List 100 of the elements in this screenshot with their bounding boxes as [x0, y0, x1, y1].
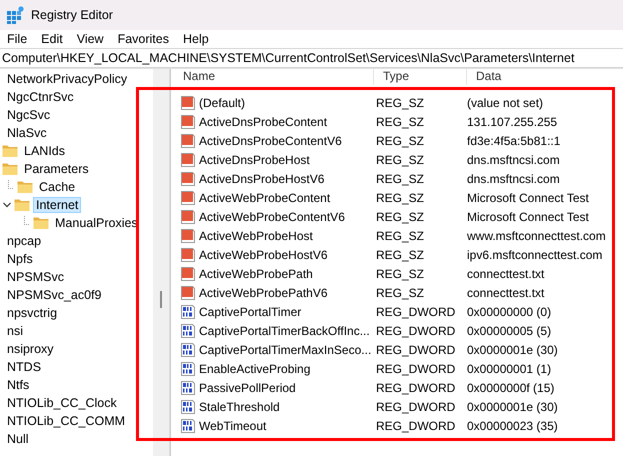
value-data: 0x00000023 (35): [467, 418, 559, 432]
string-value-icon: [180, 152, 196, 168]
tree-item[interactable]: Null: [4, 431, 32, 447]
string-value-icon: [180, 266, 196, 282]
folder-icon: [2, 143, 18, 159]
binary-value-icon: [180, 322, 196, 338]
value-data: Microsoft Connect Test: [467, 210, 590, 224]
value-name[interactable]: ActiveDnsProbeHostV6: [199, 172, 324, 186]
folder-icon: [17, 179, 33, 195]
menu-item[interactable]: Help: [178, 32, 214, 46]
tree-item[interactable]: npsvctrig: [4, 305, 60, 321]
value-data: ipv6.msftconnecttest.com: [467, 248, 604, 262]
value-name[interactable]: ActiveWebProbeHost: [199, 228, 313, 242]
address-field[interactable]: Computer\HKEY_LOCAL_MACHINE\SYSTEM\CurrentControlSet\Services\NlaSvc\Parameters\Internet: [0, 48, 623, 68]
window-title: Registry Editor: [31, 8, 113, 22]
value-type: REG_SZ: [375, 210, 426, 224]
value-type: REG_SZ: [375, 248, 426, 262]
menu-item[interactable]: File: [2, 32, 32, 46]
tree-item[interactable]: ManualProxies: [52, 215, 141, 231]
column-header[interactable]: Data: [467, 69, 623, 85]
tree-item[interactable]: nsiproxy: [4, 341, 57, 357]
value-type: REG_SZ: [375, 134, 426, 148]
value-data: Microsoft Connect Test: [467, 190, 590, 204]
value-name[interactable]: ActiveWebProbePathV6: [199, 286, 328, 300]
menu-item[interactable]: Favorites: [112, 32, 174, 46]
value-type: REG_DWORD: [375, 324, 456, 338]
value-type: REG_SZ: [375, 228, 426, 242]
value-name[interactable]: CaptivePortalTimer: [199, 304, 302, 318]
value-data: www.msftconnecttest.com: [467, 228, 607, 242]
value-data: connecttest.txt: [467, 266, 546, 280]
value-name[interactable]: StaleThreshold: [199, 400, 280, 414]
value-name[interactable]: EnableActiveProbing: [199, 362, 310, 376]
value-data: 0x0000000f (15): [467, 380, 556, 394]
tree-item[interactable]: Parameters: [21, 161, 92, 177]
tree-item[interactable]: Internet: [33, 197, 82, 213]
value-type: REG_SZ: [375, 190, 426, 204]
string-value-icon: [180, 190, 196, 206]
value-name[interactable]: ActiveDnsProbeHost: [199, 152, 310, 166]
folder-icon: [14, 197, 30, 213]
value-type: REG_SZ: [375, 114, 426, 128]
folder-icon: [2, 161, 18, 177]
value-data: dns.msftncsi.com: [467, 152, 561, 166]
scrollbar[interactable]: [153, 69, 170, 456]
chevron-icon[interactable]: [2, 200, 12, 210]
value-data: 0x00000005 (5): [467, 324, 552, 338]
tree-item[interactable]: npcap: [4, 233, 44, 249]
value-data: dns.msftncsi.com: [467, 172, 561, 186]
value-type: REG_DWORD: [375, 418, 456, 432]
value-data: connecttest.txt: [467, 286, 546, 300]
value-name[interactable]: ActiveWebProbeContent: [199, 190, 330, 204]
binary-value-icon: [180, 342, 196, 358]
value-type: REG_SZ: [375, 96, 426, 110]
value-name[interactable]: CaptivePortalTimerBackOffInc...: [199, 324, 370, 338]
string-value-icon: [180, 284, 196, 300]
column-header[interactable]: Name: [174, 69, 374, 85]
value-name[interactable]: ActiveWebProbeContentV6: [199, 210, 345, 224]
tree-item[interactable]: NPSMSvc: [4, 269, 67, 285]
value-name[interactable]: PassivePollPeriod: [199, 380, 296, 394]
value-name[interactable]: ActiveDnsProbeContent: [199, 114, 328, 128]
string-value-icon: [180, 132, 196, 148]
binary-value-icon: [180, 418, 196, 434]
value-name[interactable]: ActiveWebProbePath: [199, 266, 313, 280]
value-name[interactable]: ActiveDnsProbeContentV6: [199, 134, 342, 148]
tree-item[interactable]: Ntfs: [4, 377, 32, 393]
value-name[interactable]: (Default): [199, 96, 246, 110]
tree-item[interactable]: LANIds: [21, 143, 68, 159]
value-name[interactable]: CaptivePortalTimerMaxInSeco...: [199, 342, 372, 356]
scroll-thumb[interactable]: [160, 291, 162, 308]
value-type: REG_DWORD: [375, 362, 456, 376]
menu-item[interactable]: Edit: [36, 32, 68, 46]
menu-item[interactable]: View: [72, 32, 109, 46]
string-value-icon: [180, 246, 196, 262]
string-value-icon: [180, 170, 196, 186]
value-type: REG_SZ: [375, 286, 426, 300]
value-type: REG_DWORD: [375, 400, 456, 414]
string-value-icon: [180, 94, 196, 110]
tree-item[interactable]: NetworkPrivacyPolicy: [4, 71, 130, 87]
tree-item[interactable]: NPSMSvc_ac0f9: [4, 287, 104, 303]
folder-icon: [33, 215, 49, 231]
binary-value-icon: [180, 398, 196, 414]
value-data: 0x0000001e (30): [467, 342, 559, 356]
registry-icon: [6, 6, 24, 24]
value-type: REG_DWORD: [375, 380, 456, 394]
tree-item[interactable]: nsi: [4, 323, 26, 339]
value-data: 0x00000001 (1): [467, 362, 552, 376]
tree-item[interactable]: NgcCtnrSvc: [4, 89, 77, 105]
tree-item[interactable]: NTIOLib_CC_COMM: [4, 413, 128, 429]
value-name[interactable]: WebTimeout: [199, 418, 266, 432]
value-name[interactable]: ActiveWebProbeHostV6: [199, 248, 328, 262]
tree-item[interactable]: NTDS: [4, 359, 44, 375]
value-type: REG_DWORD: [375, 342, 456, 356]
string-value-icon: [180, 114, 196, 130]
tree-item[interactable]: NlaSvc: [4, 125, 50, 141]
tree-item[interactable]: NTIOLib_CC_Clock: [4, 395, 120, 411]
string-value-icon: [180, 208, 196, 224]
tree-item[interactable]: NgcSvc: [4, 107, 54, 123]
tree-item[interactable]: Cache: [36, 179, 78, 195]
tree-item[interactable]: Npfs: [4, 251, 36, 267]
column-header[interactable]: Type: [374, 69, 467, 85]
value-data: fd3e:4f5a:5b81::1: [467, 134, 562, 148]
